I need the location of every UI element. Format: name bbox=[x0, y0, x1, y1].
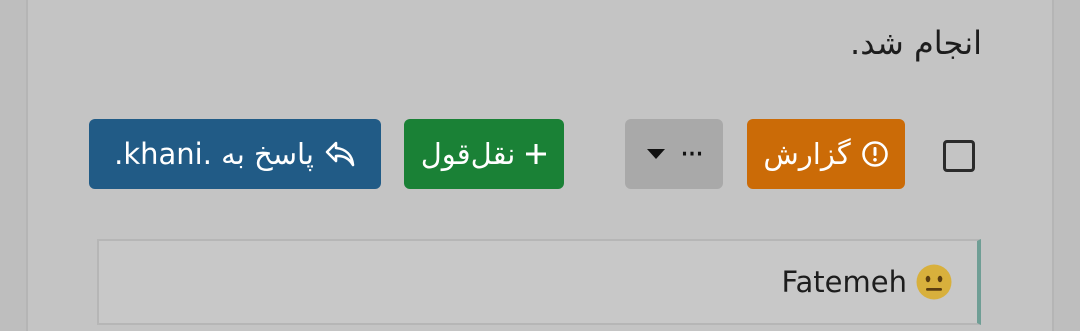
quote-button[interactable]: نقل‌قول bbox=[404, 119, 564, 189]
post-message: انجام شد. bbox=[850, 24, 982, 62]
quote-preview: Fatemeh bbox=[97, 239, 981, 325]
report-button[interactable]: گزارش bbox=[747, 119, 905, 189]
neutral-face-emoji-icon bbox=[915, 263, 953, 301]
reply-arrow-icon bbox=[324, 140, 356, 168]
quote-label: نقل‌قول bbox=[420, 137, 516, 171]
reply-label: پاسخ به .khani. bbox=[114, 137, 314, 171]
plus-icon bbox=[525, 143, 547, 165]
left-gutter bbox=[0, 0, 28, 331]
reply-button[interactable]: پاسخ به .khani. bbox=[89, 119, 381, 189]
caret-down-icon bbox=[646, 148, 666, 160]
report-label: گزارش bbox=[763, 137, 851, 171]
quote-author-name: Fatemeh bbox=[781, 265, 907, 299]
right-gutter bbox=[1052, 0, 1080, 331]
more-options-button[interactable]: ··· bbox=[625, 119, 723, 189]
select-post-checkbox[interactable] bbox=[943, 140, 975, 172]
alert-circle-icon bbox=[861, 140, 889, 168]
more-dots-icon: ··· bbox=[679, 136, 705, 172]
